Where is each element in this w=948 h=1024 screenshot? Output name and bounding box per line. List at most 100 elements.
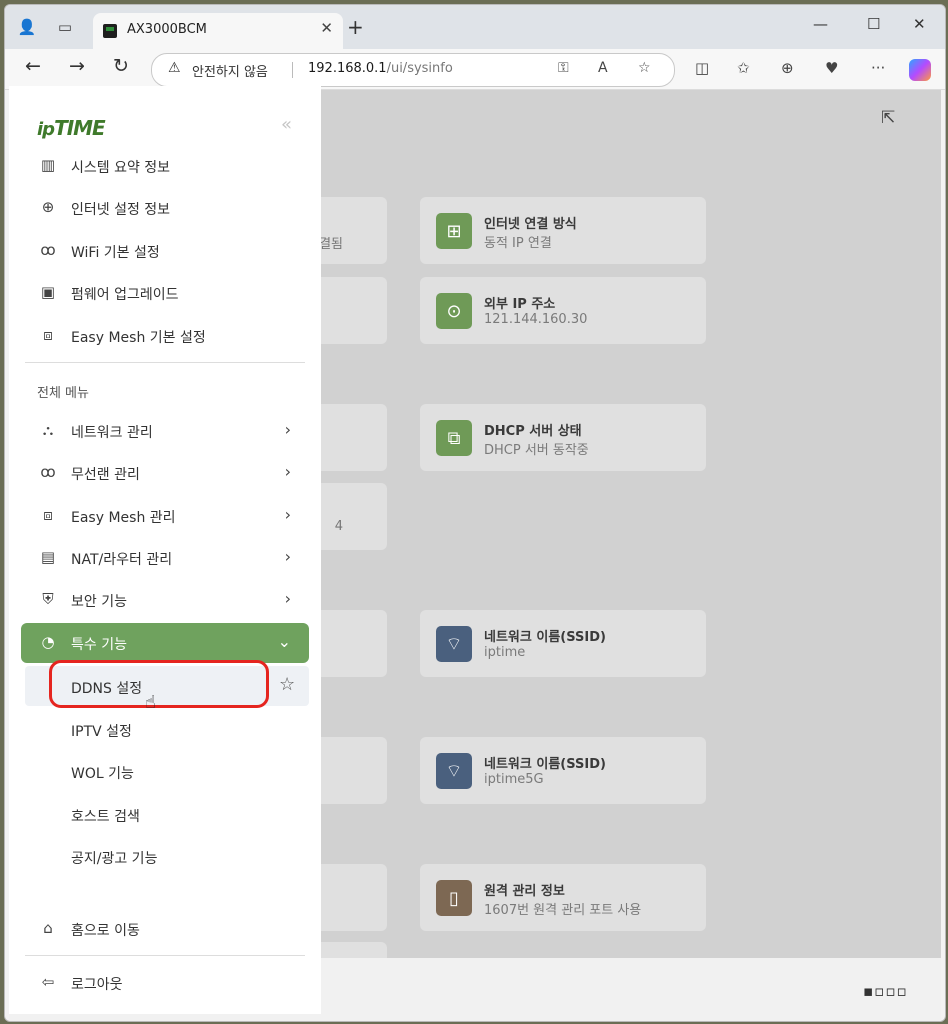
iptime-logo[interactable]: ipTIME bbox=[37, 116, 106, 140]
maximize-icon[interactable]: ☐ bbox=[867, 15, 880, 33]
card-title: 네트워크 이름(SSID) bbox=[484, 630, 606, 645]
quick-item-system-summary[interactable]: ▥ 시스템 요약 정보 bbox=[21, 146, 309, 186]
card-sub: iptime5G bbox=[484, 772, 544, 787]
menu-label: 로그아웃 bbox=[71, 977, 123, 993]
chevron-right-icon: › bbox=[284, 420, 291, 439]
dhcp-icon: ⧉ bbox=[436, 420, 472, 456]
collections-icon[interactable]: ⊕ bbox=[781, 59, 794, 77]
menu-label: 인터넷 설정 정보 bbox=[71, 202, 171, 218]
submenu-item-wol[interactable]: WOL 기능 bbox=[71, 763, 134, 783]
logout-link[interactable]: ⇦ 로그아웃 bbox=[21, 963, 309, 1003]
menu-label: Easy Mesh 관리 bbox=[71, 510, 176, 526]
menu-item-nat-router[interactable]: ▤ NAT/라우터 관리 › bbox=[21, 538, 309, 578]
home-icon: ⌂ bbox=[43, 919, 53, 937]
home-link[interactable]: ⌂ 홈으로 이동 bbox=[21, 909, 309, 949]
back-icon[interactable]: ← bbox=[25, 55, 41, 77]
router-icon: ▤ bbox=[40, 548, 56, 566]
submenu-item-iptv[interactable]: IPTV 설정 bbox=[71, 721, 132, 741]
warning-icon[interactable]: ⚠ bbox=[168, 60, 181, 76]
browser-toolbar: ← → ↻ ⚠ 안전하지 않음 192.168.0.1/ui/sysinfo ⚿… bbox=[5, 49, 945, 90]
address-separator bbox=[292, 62, 293, 78]
hand-cursor-icon: ☝ bbox=[145, 692, 156, 713]
submenu-item-notice[interactable]: 공지/광고 기능 bbox=[71, 848, 157, 868]
location-ip-icon: ⊙ bbox=[436, 293, 472, 329]
address-bar[interactable]: ⚠ 안전하지 않음 192.168.0.1/ui/sysinfo ⚿ A ☆ bbox=[151, 53, 675, 87]
status-card[interactable]: ▯ 원격 관리 정보 1607번 원격 관리 포트 사용 bbox=[420, 864, 706, 931]
wifi-antenna-icon: ꝏ bbox=[40, 463, 56, 481]
favorite-star-icon[interactable]: ☆ bbox=[638, 60, 651, 76]
card-sub: 동적 IP 연결 bbox=[484, 236, 552, 251]
menu-label: 보안 기능 bbox=[71, 594, 127, 610]
close-window-icon[interactable]: ✕ bbox=[913, 15, 926, 33]
security-warning[interactable]: 안전하지 않음 bbox=[192, 61, 268, 80]
key-icon[interactable]: ⚿ bbox=[558, 60, 569, 76]
status-card[interactable]: ⌔ 네트워크 이름(SSID) iptime bbox=[420, 610, 706, 677]
card-sub: DHCP 서버 동작중 bbox=[484, 443, 589, 458]
wifi-5g-icon: ⌔ bbox=[436, 753, 472, 789]
card-sub: 1607번 원격 관리 포트 사용 bbox=[484, 903, 642, 918]
submenu-item-host-search[interactable]: 호스트 검색 bbox=[71, 806, 140, 826]
browser-tab[interactable]: AX3000BCM ✕ bbox=[93, 13, 343, 49]
more-icon[interactable]: ··· bbox=[871, 59, 885, 77]
close-tab-icon[interactable]: ✕ bbox=[320, 19, 333, 37]
shield-icon: ⛨ bbox=[42, 590, 54, 608]
quick-item-wifi-settings[interactable]: ꝏ WiFi 기본 설정 bbox=[21, 231, 309, 271]
card-sub: 121.144.160.30 bbox=[484, 312, 588, 327]
refresh-icon[interactable]: ↻ bbox=[113, 55, 129, 77]
status-card[interactable]: ⌔ 네트워크 이름(SSID) iptime5G bbox=[420, 737, 706, 804]
sidebar: ipTIME « ▥ 시스템 요약 정보 ⊕ 인터넷 설정 정보 ꝏ WiFi … bbox=[9, 86, 321, 1014]
tab-title: AX3000BCM bbox=[127, 22, 207, 37]
collapse-sidebar-icon[interactable]: « bbox=[281, 114, 292, 135]
mesh-icon: ⧈ bbox=[43, 506, 53, 524]
profile-icon[interactable]: 👤 bbox=[13, 13, 41, 41]
quick-item-firmware[interactable]: ▣ 펌웨어 업그레이드 bbox=[21, 273, 309, 313]
copilot-icon[interactable] bbox=[909, 59, 931, 81]
mesh-icon: ⧈ bbox=[43, 326, 53, 344]
tab-actions-icon[interactable]: ▭ bbox=[51, 13, 79, 41]
gauge-icon: ◔ bbox=[41, 633, 55, 651]
minimize-icon[interactable]: — bbox=[813, 15, 828, 33]
new-tab-icon[interactable]: + bbox=[347, 15, 364, 39]
menu-item-easymesh[interactable]: ⧈ Easy Mesh 관리 › bbox=[21, 496, 309, 536]
menu-label: 무선랜 관리 bbox=[71, 467, 140, 483]
url-text[interactable]: 192.168.0.1/ui/sysinfo bbox=[308, 61, 453, 76]
sidebar-divider bbox=[25, 362, 305, 363]
card-partial-text: 4 bbox=[334, 519, 343, 534]
menu-item-security[interactable]: ⛨ 보안 기능 › bbox=[21, 580, 309, 620]
internet-globe-icon: ⊕ bbox=[41, 198, 55, 216]
menu-label: 홈으로 이동 bbox=[71, 923, 140, 939]
chevron-right-icon: › bbox=[284, 462, 291, 481]
menu-label: 시스템 요약 정보 bbox=[71, 160, 171, 176]
section-title: 전체 메뉴 bbox=[37, 386, 89, 401]
status-card[interactable]: ⊞ 인터넷 연결 방식 동적 IP 연결 bbox=[420, 197, 706, 264]
menu-item-wireless[interactable]: ꝏ 무선랜 관리 › bbox=[21, 453, 309, 493]
chevron-down-icon: ⌄ bbox=[277, 632, 291, 651]
highlight-annotation-box bbox=[49, 660, 269, 708]
menu-label: WiFi 기본 설정 bbox=[71, 245, 160, 261]
menu-label: NAT/라우터 관리 bbox=[71, 552, 173, 568]
logout-icon: ⇦ bbox=[41, 973, 55, 991]
forward-icon[interactable]: → bbox=[69, 55, 85, 77]
menu-item-network[interactable]: ⛬ 네트워크 관리 › bbox=[21, 411, 309, 451]
card-sub: iptime bbox=[484, 645, 526, 660]
chevron-right-icon: › bbox=[284, 589, 291, 608]
card-partial-text: 결됨 bbox=[319, 237, 343, 252]
split-screen-icon[interactable]: ◫ bbox=[695, 59, 709, 77]
card-title: 원격 관리 정보 bbox=[484, 884, 565, 899]
tab-strip: 👤 ▭ AX3000BCM ✕ + — ☐ ✕ bbox=[5, 5, 945, 49]
status-card[interactable]: ⧉ DHCP 서버 상태 DHCP 서버 동작중 bbox=[420, 404, 706, 471]
card-title: 인터넷 연결 방식 bbox=[484, 217, 577, 232]
favorite-star-icon[interactable]: ☆ bbox=[279, 674, 295, 695]
read-aloud-icon[interactable]: A bbox=[598, 60, 608, 76]
card-title: DHCP 서버 상태 bbox=[484, 424, 582, 439]
favorites-icon[interactable]: ✩ bbox=[737, 59, 750, 77]
share-icon[interactable]: ⇱ bbox=[881, 108, 895, 128]
menu-item-special-features[interactable]: ◔ 특수 기능 ⌄ bbox=[21, 623, 309, 663]
status-card[interactable]: ⊙ 외부 IP 주소 121.144.160.30 bbox=[420, 277, 706, 344]
layout-dots-icon[interactable]: ▪▫▫▫ bbox=[863, 982, 908, 1000]
quick-item-internet-info[interactable]: ⊕ 인터넷 설정 정보 bbox=[21, 188, 309, 228]
card-title: 네트워크 이름(SSID) bbox=[484, 757, 606, 772]
extension-icon[interactable]: ♥ bbox=[825, 59, 838, 77]
wifi-icon: ⌔ bbox=[436, 626, 472, 662]
quick-item-easymesh[interactable]: ⧈ Easy Mesh 기본 설정 bbox=[21, 316, 309, 356]
